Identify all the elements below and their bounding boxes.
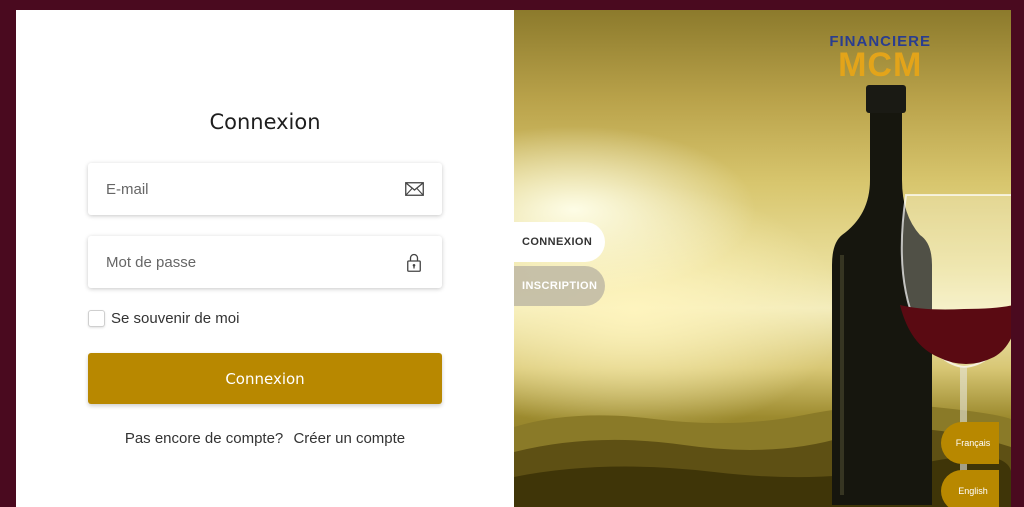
- login-button[interactable]: Connexion: [88, 353, 442, 404]
- remember-label: Se souvenir de moi: [111, 310, 240, 327]
- remember-me[interactable]: Se souvenir de moi: [88, 310, 239, 327]
- no-account-text: Pas encore de compte?: [124, 430, 284, 447]
- remember-checkbox[interactable]: [88, 310, 105, 327]
- email-field[interactable]: [88, 163, 442, 215]
- password-input[interactable]: [106, 253, 404, 271]
- lock-icon: [404, 252, 424, 272]
- tab-inscription[interactable]: INSCRIPTION: [514, 266, 605, 306]
- login-panel: Connexion E-mail Se souvenir de moi Conn…: [16, 10, 514, 507]
- logo-bottom-text: MCM: [838, 46, 923, 84]
- financiere-mcm-logo: FINANCIERE MCM: [829, 34, 931, 84]
- signup-prompt: Pas encore de compte? Créer un compte: [16, 430, 514, 447]
- hero-image: FINANCIERE MCM CONNEXION INSCRIPTION: [514, 10, 1011, 507]
- email-input[interactable]: [106, 180, 404, 198]
- tab-connexion[interactable]: CONNEXION: [514, 222, 605, 262]
- language-english-button[interactable]: English: [941, 470, 999, 507]
- envelope-icon: [404, 179, 424, 199]
- create-account-link[interactable]: Créer un compte: [293, 430, 405, 447]
- language-french-button[interactable]: Français: [941, 422, 999, 464]
- login-title: Connexion: [209, 110, 321, 134]
- page-frame: Connexion E-mail Se souvenir de moi Conn…: [16, 10, 1011, 507]
- password-field[interactable]: [88, 236, 442, 288]
